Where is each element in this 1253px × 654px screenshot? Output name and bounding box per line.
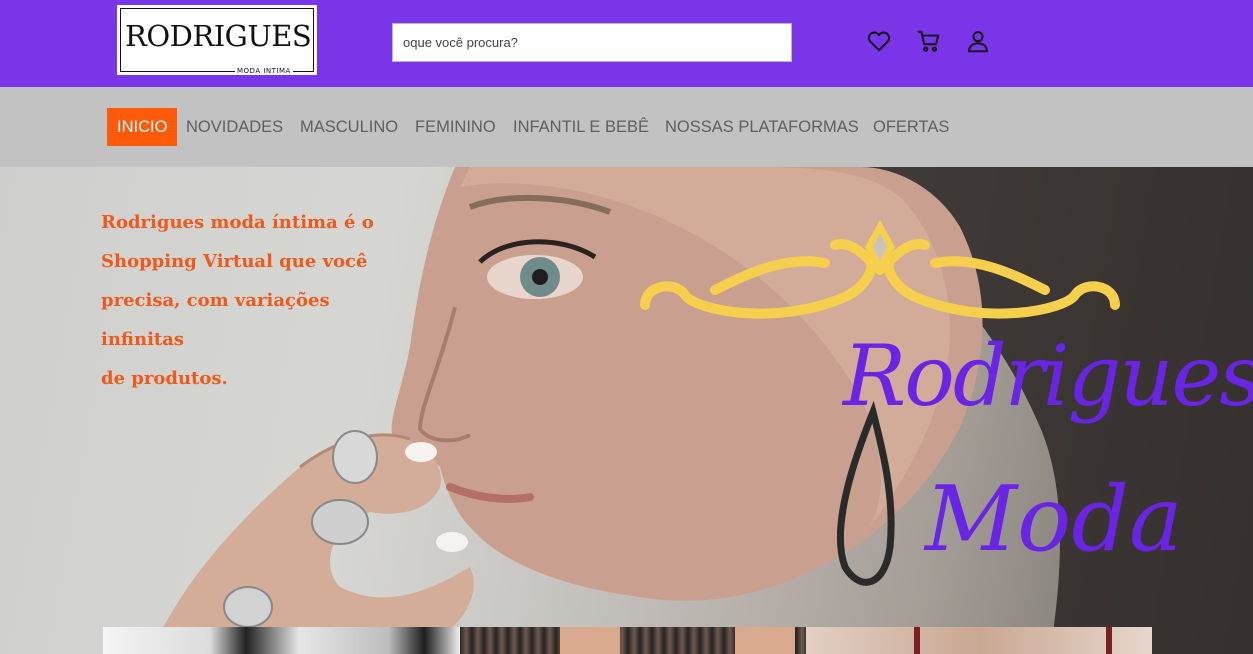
hero-tagline-line: de produtos. <box>101 368 228 389</box>
logo-title: RODRIGUES <box>125 19 312 53</box>
product-thumbnail-face <box>735 627 795 654</box>
logo[interactable]: RODRIGUES MODA INTIMA <box>117 5 317 75</box>
hero-banner[interactable]: Rodrigues moda íntima é o Shopping Virtu… <box>0 167 1253 654</box>
hero-brand-line2: Moda <box>925 467 1183 572</box>
product-thumbnail[interactable] <box>806 627 1152 654</box>
nav-item-feminino[interactable]: FEMININO <box>415 108 496 146</box>
hero-tagline-line: Rodrigues moda íntima é o <box>101 212 374 233</box>
hero-tagline-line: precisa, com variações infinitas <box>101 290 330 350</box>
search-input[interactable] <box>392 23 792 62</box>
user-icon[interactable] <box>965 28 991 54</box>
product-thumbnail-strap <box>1106 627 1112 654</box>
site-header: RODRIGUES MODA INTIMA <box>0 0 1253 87</box>
hero-tagline: Rodrigues moda íntima é o Shopping Virtu… <box>101 203 401 398</box>
nav-item-ofertas[interactable]: OFERTAS <box>873 108 949 146</box>
hero-tagline-line: Shopping Virtual que você <box>101 251 368 272</box>
product-thumbnail-face <box>560 627 620 654</box>
nav-item-nossas-plataformas[interactable]: NOSSAS PLATAFORMAS <box>665 108 859 146</box>
main-nav: INICIO NOVIDADES MASCULINO FEMININO INFA… <box>0 87 1253 167</box>
nav-item-masculino[interactable]: MASCULINO <box>300 108 398 146</box>
nav-item-inicio[interactable]: INICIO <box>107 108 178 146</box>
product-thumbnail-strap <box>914 627 920 654</box>
product-thumbnail[interactable] <box>460 627 806 654</box>
cart-icon[interactable] <box>916 28 942 54</box>
nav-item-novidades[interactable]: NOVIDADES <box>186 108 283 146</box>
logo-subtitle: MODA INTIMA <box>235 67 293 75</box>
crown-ornament <box>640 220 1120 319</box>
heart-icon[interactable] <box>866 28 892 54</box>
nav-item-infantil-e-bebe[interactable]: INFANTIL E BEBÊ <box>513 108 649 146</box>
product-thumbnail[interactable] <box>103 627 460 654</box>
hero-brand-line1: Rodrigues <box>843 327 1253 425</box>
